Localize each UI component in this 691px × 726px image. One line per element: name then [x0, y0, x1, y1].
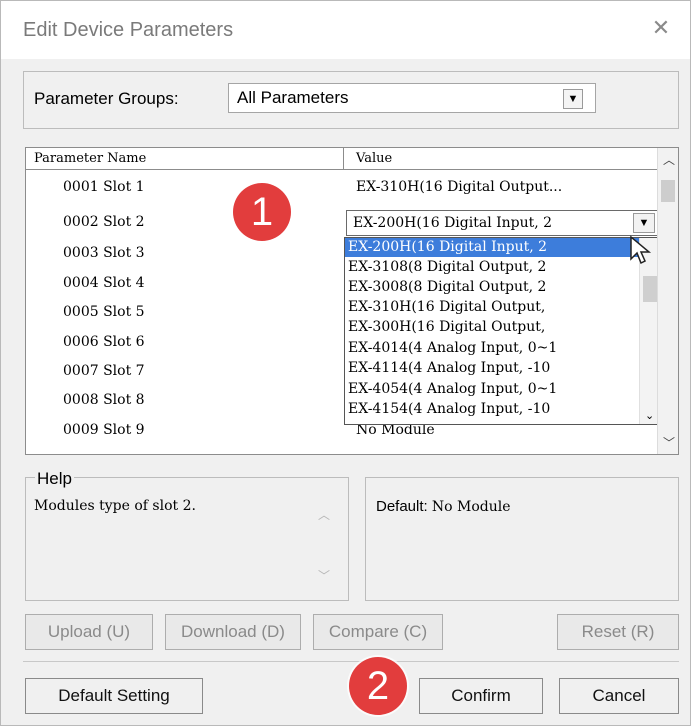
help-label: Help — [35, 469, 74, 489]
cancel-button[interactable]: Cancel — [559, 678, 679, 714]
column-header-name[interactable]: Parameter Name — [26, 148, 344, 170]
edit-device-parameters-dialog: Edit Device Parameters ✕ Parameter Group… — [0, 0, 691, 726]
slot-2-value: EX-200H(16 Digital Input, 2 — [353, 215, 553, 231]
dropdown-option[interactable]: EX-3108(8 Digital Output, 2 — [345, 258, 639, 277]
dropdown-option[interactable]: EX-310H(16 Digital Output, — [345, 298, 639, 317]
slot-2-value-select[interactable]: EX-200H(16 Digital Input, 2 ▼ — [346, 210, 658, 236]
close-icon[interactable]: ✕ — [650, 17, 672, 39]
row-name: 0005 Slot 5 — [63, 304, 145, 320]
default-value: No Module — [431, 499, 511, 515]
chevron-up-icon[interactable]: ︿ — [318, 506, 330, 523]
row-name: 0001 Slot 1 — [63, 179, 145, 195]
chevron-up-icon[interactable]: ︿ — [663, 151, 675, 168]
row-name: 0004 Slot 4 — [63, 275, 145, 291]
dropdown-scroll-thumb[interactable] — [643, 276, 657, 302]
step-1-badge: 1 — [233, 183, 291, 241]
divider — [23, 661, 679, 662]
grid-header: Parameter Name Value — [26, 148, 658, 170]
dropdown-option[interactable]: EX-4114(4 Analog Input, -10 — [345, 359, 639, 378]
dropdown-option[interactable]: EX-200H(16 Digital Input, 2 — [345, 238, 639, 257]
parameter-groups-label: Parameter Groups: — [34, 89, 179, 108]
row-name: 0009 Slot 9 — [63, 422, 145, 438]
dropdown-option[interactable]: EX-300H(16 Digital Output, — [345, 318, 639, 337]
dropdown-option[interactable]: EX-4054(4 Analog Input, 0~1 — [345, 380, 639, 399]
upload-button[interactable]: Upload (U) — [25, 614, 153, 650]
dialog-title: Edit Device Parameters — [23, 19, 234, 41]
default-panel: Default: No Module — [365, 477, 679, 601]
dropdown-option[interactable]: EX-3008(8 Digital Output, 2 — [345, 278, 639, 297]
parameter-groups-panel: Parameter Groups: All Parameters ▼ — [23, 71, 679, 129]
chevron-down-icon[interactable]: ﹀ — [318, 567, 330, 584]
title-bar: Edit Device Parameters ✕ — [1, 1, 690, 59]
column-header-value[interactable]: Value — [344, 148, 658, 170]
chevron-down-icon[interactable]: ▼ — [633, 213, 655, 233]
row-name: 0007 Slot 7 — [63, 363, 145, 379]
chevron-down-icon[interactable]: ⌄ — [645, 409, 654, 422]
row-name: 0002 Slot 2 — [63, 214, 145, 230]
module-dropdown-list: EX-200H(16 Digital Input, 2 EX-3108(8 Di… — [344, 237, 660, 425]
help-text: Modules type of slot 2. — [34, 498, 196, 514]
help-panel: Modules type of slot 2. ︿ ﹀ — [25, 477, 349, 601]
dropdown-option[interactable]: EX-4014(4 Analog Input, 0~1 — [345, 339, 639, 358]
row-name: 0006 Slot 6 — [63, 334, 145, 350]
dropdown-option[interactable]: EX-4154(4 Analog Input, -10 — [345, 400, 639, 419]
row-value: EX-310H(16 Digital Output... — [356, 179, 563, 195]
parameter-groups-select[interactable]: All Parameters ▼ — [228, 83, 596, 113]
compare-button[interactable]: Compare (C) — [313, 614, 443, 650]
default-label: Default: — [376, 498, 428, 515]
chevron-down-icon[interactable]: ﹀ — [663, 434, 675, 451]
download-button[interactable]: Download (D) — [165, 614, 301, 650]
parameter-groups-value: All Parameters — [237, 88, 349, 107]
default-setting-button[interactable]: Default Setting — [25, 678, 203, 714]
table-row[interactable]: 0001 Slot 1 EX-310H(16 Digital Output... — [26, 173, 658, 202]
row-name: 0008 Slot 8 — [63, 392, 145, 408]
grid-scroll-thumb[interactable] — [661, 180, 675, 202]
mouse-cursor-icon — [630, 235, 652, 265]
row-name: 0003 Slot 3 — [63, 245, 145, 261]
chevron-down-icon[interactable]: ▼ — [563, 89, 583, 109]
parameter-grid: Parameter Name Value 0001 Slot 1 EX-310H… — [25, 147, 679, 455]
confirm-button[interactable]: Confirm — [419, 678, 543, 714]
grid-scrollbar[interactable]: ︿ ﹀ — [657, 148, 678, 454]
reset-button[interactable]: Reset (R) — [557, 614, 679, 650]
default-info: Default: No Module — [376, 498, 511, 515]
step-2-badge: 2 — [349, 657, 407, 715]
